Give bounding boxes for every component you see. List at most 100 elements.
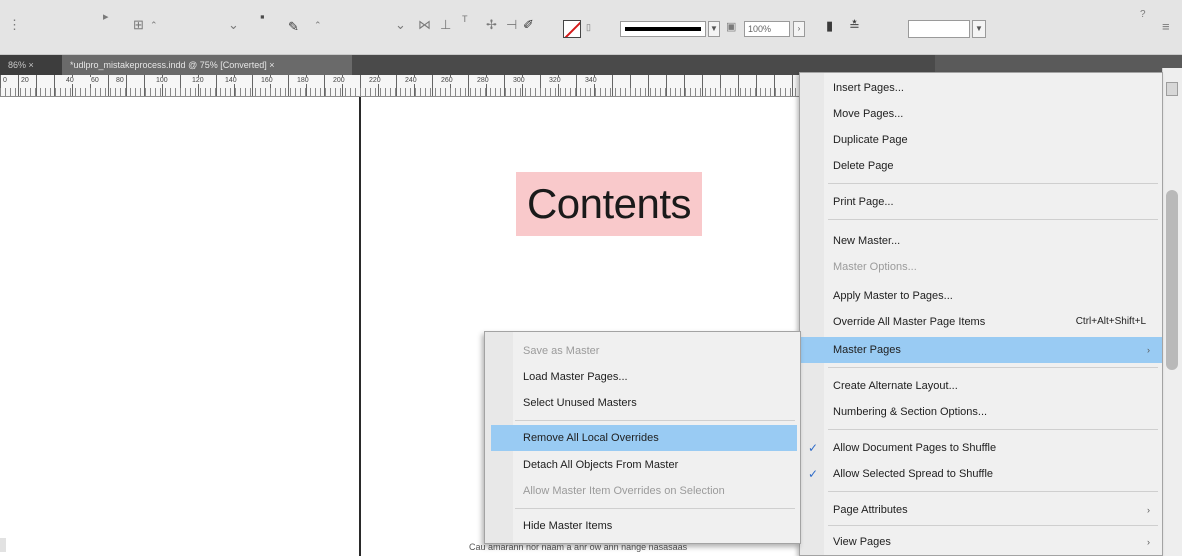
menu-item-label: Print Page... — [833, 196, 894, 208]
ruler-label: 40 — [65, 77, 75, 84]
baseline-icon[interactable]: ⊥ — [440, 18, 451, 32]
dropdown-arrow-icon[interactable]: ⌄ — [228, 18, 239, 32]
kerning-icon[interactable]: ᵀ — [462, 14, 468, 28]
stepper-icon[interactable]: ⌃ — [314, 18, 322, 32]
menu-item-move-pages[interactable]: Move Pages... — [800, 101, 1162, 127]
menu-item-master-pages[interactable]: Master Pages › — [800, 337, 1162, 363]
menu-item-label: Delete Page — [833, 160, 894, 172]
menu-item-delete-page[interactable]: Delete Page — [800, 153, 1162, 179]
style-select[interactable] — [908, 20, 970, 38]
stroke-pen-icon[interactable]: ✎ — [288, 20, 299, 34]
scrollbar-thumb[interactable] — [1166, 190, 1178, 370]
horizontal-ruler[interactable]: 0 20 40 60 80 100 120 140 160 180 200 22… — [0, 75, 800, 97]
submenu-item-remove-all-local-overrides[interactable]: Remove All Local Overrides — [491, 425, 797, 451]
submenu-item-select-unused-masters[interactable]: Select Unused Masters — [485, 390, 800, 416]
scale-icon[interactable]: ✐ — [523, 18, 534, 32]
panel-grip-icon[interactable]: ⋮ — [8, 18, 21, 32]
opacity-field[interactable]: 100% — [744, 21, 790, 37]
submenu-item-allow-master-overrides[interactable]: Allow Master Item Overrides on Selection — [485, 478, 800, 504]
submenu-item-detach-all-objects[interactable]: Detach All Objects From Master — [485, 452, 800, 478]
ruler-label: 240 — [404, 77, 418, 84]
ruler-label: 280 — [476, 77, 490, 84]
ruler-minor-ticks — [0, 88, 800, 96]
scroll-up-button[interactable] — [1166, 82, 1178, 96]
ruler-label: 320 — [548, 77, 562, 84]
menu-separator — [828, 367, 1158, 368]
menu-item-print-page[interactable]: Print Page... — [800, 189, 1162, 215]
menu-item-page-attributes[interactable]: Page Attributes › — [800, 497, 1162, 523]
menu-item-duplicate-page[interactable]: Duplicate Page — [800, 127, 1162, 153]
help-icon[interactable]: ? — [1140, 8, 1146, 22]
submenu-item-save-as-master[interactable]: Save as Master — [485, 338, 800, 364]
ruler-label: 100 — [155, 77, 169, 84]
align-icon[interactable]: ⊞ — [133, 18, 144, 32]
menu-separator — [828, 219, 1158, 220]
menu-item-label: Master Pages — [833, 344, 901, 356]
submenu-arrow-icon: › — [1147, 537, 1150, 547]
submenu-arrow-icon: › — [1147, 345, 1150, 355]
effects-icon[interactable]: ▮ — [826, 19, 833, 33]
submenu-item-hide-master-items[interactable]: Hide Master Items — [485, 513, 800, 539]
menu-item-master-options[interactable]: Master Options... — [800, 254, 1162, 280]
swatch-menu-icon[interactable]: ▯ — [586, 20, 591, 34]
menu-item-label: Move Pages... — [833, 108, 904, 120]
menu-separator — [515, 420, 795, 421]
stroke-weight-dropdown[interactable]: ▼ — [708, 21, 720, 37]
dropdown-arrow-icon[interactable]: ⌄ — [395, 18, 406, 32]
menu-item-new-master[interactable]: New Master... — [800, 228, 1162, 254]
menu-item-label: Override All Master Page Items — [833, 316, 986, 328]
stroke-cap-icon[interactable]: ▸ — [103, 10, 109, 24]
ruler-label: 20 — [20, 77, 30, 84]
menu-item-label: New Master... — [833, 235, 901, 247]
panel-menu-icon[interactable]: ≡ — [1162, 20, 1170, 34]
menu-item-apply-master[interactable]: Apply Master to Pages... — [800, 283, 1162, 309]
anchor-icon[interactable]: ✢ — [486, 18, 497, 32]
menu-item-insert-pages[interactable]: Insert Pages... — [800, 75, 1162, 101]
menu-item-allow-document-pages-shuffle[interactable]: ✓ Allow Document Pages to Shuffle — [800, 435, 1162, 461]
submenu-item-load-master-pages[interactable]: Load Master Pages... — [485, 364, 800, 390]
document-heading[interactable]: Contents — [516, 172, 702, 236]
wrap-icon[interactable]: ≛ — [849, 19, 860, 33]
menu-item-label: Apply Master to Pages... — [833, 290, 953, 302]
style-select-arrow[interactable]: ▼ — [972, 20, 986, 38]
menu-item-label: Allow Master Item Overrides on Selection — [523, 485, 725, 497]
stepper-icon[interactable]: ⌃ — [150, 18, 158, 32]
opacity-dropdown[interactable]: › — [793, 21, 805, 37]
control-bar: ⋮ ▸ ⊞ ⌃ ⌄ ▪ ✎ ⌃ ⌄ ⋈ ⊥ ᵀ ✢ ⊣ ✐ ▯ ▼ ▣ 100%… — [0, 0, 1182, 55]
menu-item-label: Numbering & Section Options... — [833, 406, 988, 418]
menu-item-label: Insert Pages... — [833, 82, 904, 94]
stroke-swatch[interactable] — [563, 20, 581, 38]
submenu-arrow-icon: › — [1147, 505, 1150, 515]
text-wrap-icon[interactable]: ⋈ — [418, 18, 431, 32]
pages-panel-menu: Insert Pages... Move Pages... Duplicate … — [799, 72, 1163, 556]
tab-document-2[interactable]: *udlpro_mistakeprocess.indd @ 75% [Conve… — [62, 55, 352, 75]
menu-item-label: Allow Document Pages to Shuffle — [833, 442, 997, 454]
ruler-label: 0 — [2, 77, 8, 84]
fill-box-icon[interactable]: ▪ — [260, 10, 265, 24]
menu-separator — [515, 508, 795, 509]
menu-item-create-alternate-layout[interactable]: Create Alternate Layout... — [800, 373, 1162, 399]
menu-item-allow-selected-spread-shuffle[interactable]: ✓ Allow Selected Spread to Shuffle — [800, 461, 1162, 487]
tab-document-1[interactable]: 86% × — [0, 55, 62, 75]
ruler-label: 60 — [90, 77, 100, 84]
menu-item-label: Page Attributes — [833, 504, 908, 516]
ruler-label: 200 — [332, 77, 346, 84]
menu-item-label: Save as Master — [523, 345, 600, 357]
keyboard-shortcut: Ctrl+Alt+Shift+L — [1075, 316, 1146, 327]
menu-item-label: Hide Master Items — [523, 520, 613, 532]
menu-item-label: Load Master Pages... — [523, 371, 628, 383]
menu-separator — [828, 525, 1158, 526]
menu-separator — [828, 491, 1158, 492]
menu-item-label: Remove All Local Overrides — [523, 432, 659, 444]
menu-item-label: Duplicate Page — [833, 134, 908, 146]
menu-item-numbering-section-options[interactable]: Numbering & Section Options... — [800, 399, 1162, 425]
checkmark-icon: ✓ — [807, 441, 819, 455]
stroke-weight-field[interactable] — [620, 21, 706, 37]
ruler-label: 140 — [224, 77, 238, 84]
menu-item-label: View Pages — [833, 536, 891, 548]
opacity-icon: ▣ — [726, 21, 737, 33]
position-icon[interactable]: ⊣ — [506, 18, 517, 32]
menu-item-label: Master Options... — [833, 261, 917, 273]
menu-item-override-all-master-items[interactable]: Override All Master Page Items Ctrl+Alt+… — [800, 309, 1162, 335]
menu-item-view-pages[interactable]: View Pages › — [800, 529, 1162, 555]
